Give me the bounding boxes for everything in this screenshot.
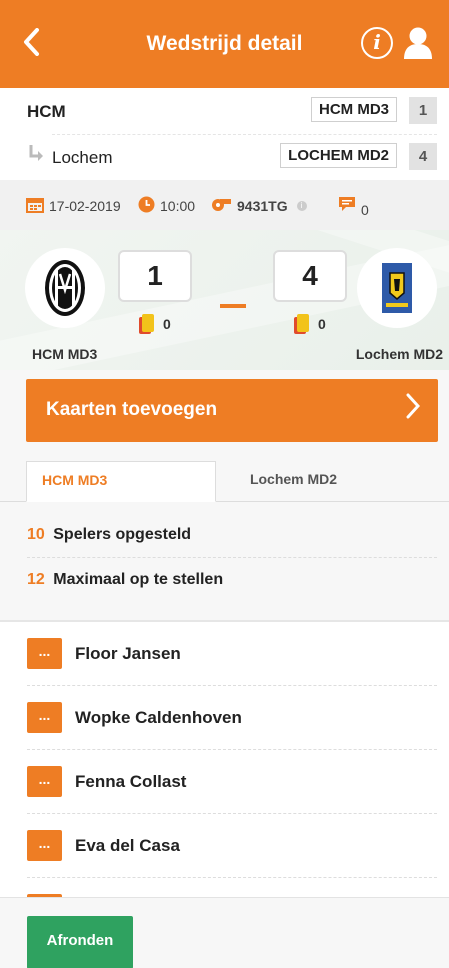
- home-team-row: HCM HCM MD3 1: [0, 88, 449, 134]
- list-item: ... Eva del Casa: [0, 814, 449, 878]
- calendar-icon: [26, 196, 44, 216]
- away-cards: 0: [294, 314, 326, 334]
- away-team-label: Lochem MD2: [355, 346, 443, 362]
- player-menu-button[interactable]: ...: [27, 830, 62, 861]
- home-team-name: HCM: [27, 102, 66, 121]
- match-time: 10:00: [138, 196, 195, 216]
- info-icon[interactable]: i: [361, 27, 393, 59]
- max-line: 12 Maximaal op te stellen: [27, 571, 223, 589]
- lined-up-line: 10 Spelers opgesteld: [27, 526, 191, 544]
- lineup-summary: 10 Spelers opgesteld 12 Maximaal op te s…: [0, 502, 449, 620]
- home-team-label: HCM MD3: [32, 346, 98, 362]
- player-menu-button[interactable]: ...: [27, 766, 62, 797]
- tab-away-team[interactable]: Lochem MD2: [216, 461, 371, 502]
- add-cards-label: Kaarten toevoegen: [46, 399, 218, 420]
- score-separator: [220, 304, 246, 308]
- chevron-right-icon: [406, 393, 421, 426]
- list-item: ... Fenna Collast: [0, 750, 449, 814]
- player-name: Wopke Caldenhoven: [75, 708, 242, 727]
- home-cards: 0: [139, 314, 171, 334]
- home-team-number: 1: [409, 97, 437, 124]
- player-name: Fenna Collast: [75, 772, 187, 791]
- app-header: Wedstrijd detail i: [0, 0, 449, 88]
- referee-info-icon[interactable]: i: [296, 200, 307, 211]
- date-text: 17-02-2019: [49, 198, 121, 214]
- whistle-icon: [210, 196, 232, 215]
- teams-panel: HCM HCM MD3 1 Lochem LOCHEM MD2 4: [0, 88, 449, 180]
- home-score: 1: [118, 250, 192, 302]
- time-text: 10:00: [160, 198, 196, 214]
- away-score: 4: [273, 250, 347, 302]
- sub-arrow-icon: [28, 144, 44, 167]
- max-label: Maximaal op te stellen: [53, 571, 224, 588]
- lined-up-label: Spelers opgesteld: [53, 526, 192, 543]
- referee-code: 9431TG: [237, 197, 288, 214]
- player-menu-button[interactable]: ...: [27, 702, 62, 733]
- away-team-code: LOCHEM MD2: [280, 143, 397, 168]
- lined-up-count: 10: [27, 526, 45, 543]
- team-tabs: HCM MD3 Lochem MD2: [0, 461, 449, 502]
- comment-icon: [338, 196, 356, 215]
- user-icon[interactable]: [403, 26, 433, 60]
- away-team-number: 4: [409, 143, 437, 170]
- home-team-logo: [25, 248, 105, 328]
- clock-icon: [138, 196, 155, 216]
- home-team-code: HCM MD3: [311, 97, 397, 122]
- list-item: ... Floor Jansen: [0, 622, 449, 686]
- home-cards-count: 0: [163, 316, 171, 332]
- away-team-name: Lochem: [52, 148, 113, 167]
- away-cards-count: 0: [318, 316, 326, 332]
- scoreboard: 1 4 0 0 HCM MD3 Lochem MD2: [0, 230, 449, 370]
- player-name: Eva del Casa: [75, 836, 180, 855]
- cards-icon: [139, 314, 155, 334]
- comment-count-text: 0: [361, 201, 369, 218]
- list-item: [0, 878, 449, 897]
- referee-info: 9431TG i: [210, 196, 307, 215]
- away-team-row: Lochem LOCHEM MD2 4: [0, 134, 449, 180]
- comments-count: 0: [338, 196, 369, 218]
- player-name: Floor Jansen: [75, 644, 181, 663]
- player-menu-button[interactable]: ...: [27, 638, 62, 669]
- max-count: 12: [27, 571, 45, 588]
- match-meta: 17-02-2019 10:00 9431TG i 0: [0, 180, 449, 230]
- list-item: ... Wopke Caldenhoven: [0, 686, 449, 750]
- footer-bar: Afronden: [0, 897, 449, 968]
- away-team-logo: [357, 248, 437, 328]
- tab-home-team[interactable]: HCM MD3: [26, 461, 216, 502]
- player-list: ... Floor Jansen ... Wopke Caldenhoven .…: [0, 620, 449, 897]
- finish-button[interactable]: Afronden: [27, 916, 133, 968]
- cards-icon: [294, 314, 310, 334]
- add-cards-button[interactable]: Kaarten toevoegen: [26, 379, 438, 442]
- match-date: 17-02-2019: [26, 196, 121, 216]
